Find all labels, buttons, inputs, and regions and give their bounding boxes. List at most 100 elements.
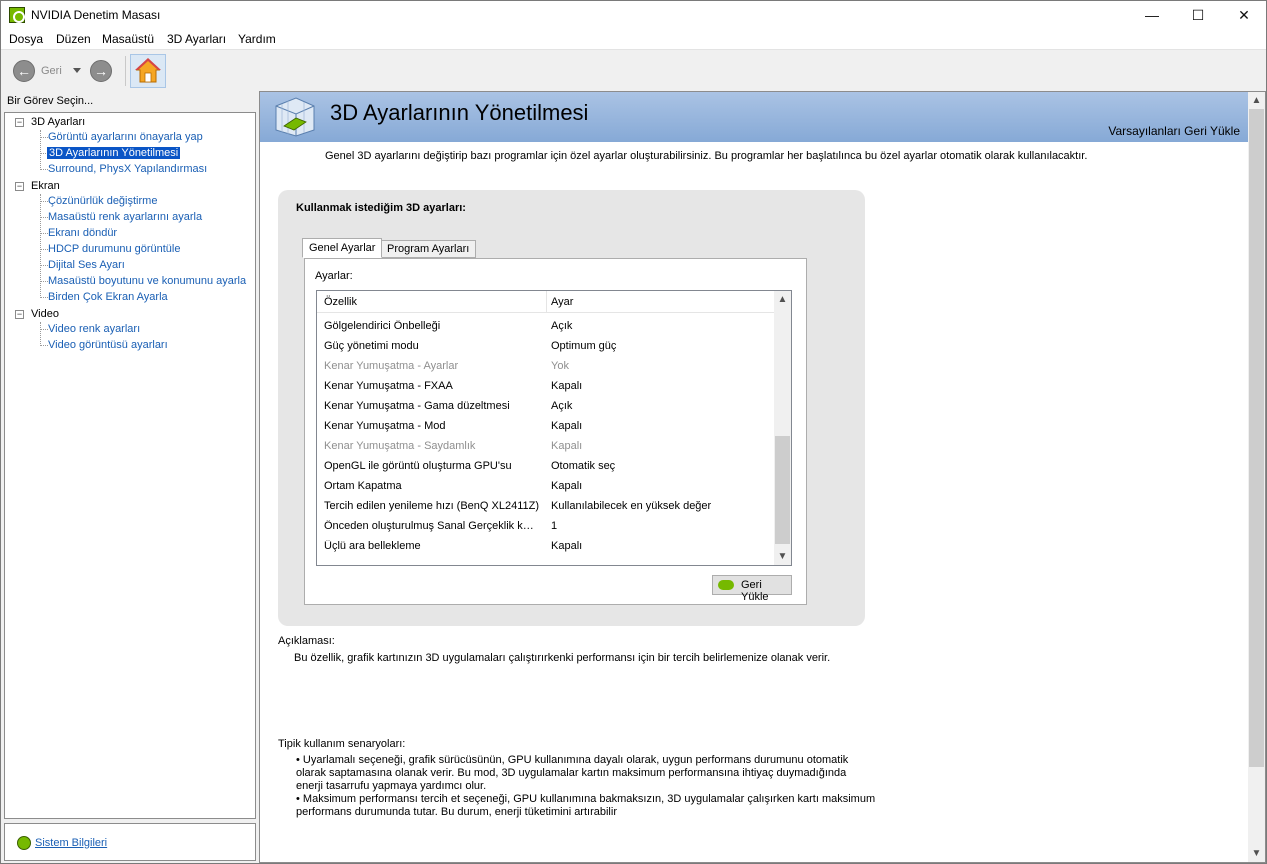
collapse-icon[interactable]: − bbox=[15, 182, 24, 191]
row-value[interactable]: Açık bbox=[551, 400, 572, 412]
row-value[interactable]: Kapalı bbox=[551, 440, 582, 452]
tree-connector bbox=[40, 265, 48, 266]
row-value[interactable]: Açık bbox=[551, 320, 572, 332]
tree-item-coklu-ekran[interactable]: Birden Çok Ekran Ayarla bbox=[48, 291, 168, 303]
scroll-up-icon[interactable]: ▲ bbox=[774, 291, 791, 308]
menu-masaustu[interactable]: Masaüstü bbox=[102, 32, 154, 46]
restore-button[interactable]: Geri Yükle bbox=[712, 575, 792, 603]
tree-connector bbox=[40, 130, 41, 170]
list-row[interactable]: Tercih edilen yenileme hızı (BenQ XL2411… bbox=[317, 497, 774, 517]
minimize-button[interactable]: — bbox=[1129, 1, 1175, 29]
row-value[interactable]: Otomatik seç bbox=[551, 460, 615, 472]
row-property: Kenar Yumuşatma - Saydamlık bbox=[324, 440, 476, 452]
menu-dosya[interactable]: Dosya bbox=[9, 32, 43, 46]
tree-item-video-renk[interactable]: Video renk ayarları bbox=[48, 323, 140, 335]
page-title: 3D Ayarlarının Yönetilmesi bbox=[330, 100, 589, 125]
tree-connector bbox=[40, 233, 48, 234]
tree-item-video-goruntu[interactable]: Video görüntüsü ayarları bbox=[48, 339, 168, 351]
menu-duzen[interactable]: Düzen bbox=[56, 32, 91, 46]
tab-genel-ayarlar[interactable]: Genel Ayarlar bbox=[302, 238, 383, 258]
settings-heading: Kullanmak istediğim 3D ayarları: bbox=[296, 202, 466, 214]
tree-item-renk-ayar[interactable]: Masaüstü renk ayarlarını ayarla bbox=[48, 211, 202, 223]
list-row[interactable]: Gölgelendirici Önbelleği Açık bbox=[317, 317, 774, 337]
row-value[interactable]: Kapalı bbox=[551, 380, 582, 392]
tree-connector bbox=[40, 249, 48, 250]
tree-category-3d[interactable]: 3D Ayarları bbox=[31, 116, 85, 128]
row-value[interactable]: Kapalı bbox=[551, 540, 582, 552]
scroll-up-icon[interactable]: ▲ bbox=[1248, 92, 1265, 109]
tree-item-cozunurluk[interactable]: Çözünürlük değiştirme bbox=[48, 195, 157, 207]
system-info-panel: Sistem Bilgileri bbox=[4, 823, 256, 861]
tree-item-goruntu-onayar[interactable]: Görüntü ayarlarını önayarla yap bbox=[48, 131, 203, 143]
description-label: Açıklaması: bbox=[278, 635, 335, 647]
list-row[interactable]: Kenar Yumuşatma - Gama düzeltmesi Açık bbox=[317, 397, 774, 417]
restore-icon bbox=[718, 580, 734, 590]
tree-item-boyut-konum[interactable]: Masaüstü boyutunu ve konumunu ayarla bbox=[48, 275, 246, 287]
content-panel: 3D Ayarlarının Yönetilmesi Varsayılanlar… bbox=[259, 91, 1266, 863]
tree-connector bbox=[40, 281, 48, 282]
settings-label: Ayarlar: bbox=[315, 270, 353, 282]
tree-item-ekran-dondur[interactable]: Ekranı döndür bbox=[48, 227, 117, 239]
tree-connector bbox=[40, 169, 48, 170]
settings-list: Özellik Ayar Gölgelendirici Önbelleği Açı… bbox=[316, 290, 792, 566]
list-row[interactable]: Kenar Yumuşatma - Saydamlık Kapalı bbox=[317, 437, 774, 457]
forward-arrow-icon[interactable]: → bbox=[90, 60, 112, 82]
menu-3d-ayarlari[interactable]: 3D Ayarları bbox=[167, 32, 226, 46]
back-arrow-icon[interactable]: ← bbox=[13, 60, 35, 82]
typical-usage-item: • Uyarlamalı seçeneği, grafik sürücüsünü… bbox=[296, 754, 849, 792]
tab-content: Ayarlar: Özellik Ayar Gölgelendirici Önb… bbox=[304, 258, 807, 605]
content-scrollbar[interactable]: ▲ ▼ bbox=[1248, 92, 1265, 862]
row-value[interactable]: 1 bbox=[551, 520, 557, 532]
task-heading: Bir Görev Seçin... bbox=[7, 95, 94, 107]
row-property: Üçlü ara bellekleme bbox=[324, 540, 421, 552]
list-row[interactable]: Ortam Kapatma Kapalı bbox=[317, 477, 774, 497]
menu-yardim[interactable]: Yardım bbox=[238, 32, 276, 46]
restore-button-label: Geri Yükle bbox=[741, 579, 769, 603]
list-row[interactable]: Güç yönetimi modu Optimum güç bbox=[317, 337, 774, 357]
row-value[interactable]: Kullanılabilecek en yüksek değer bbox=[551, 500, 711, 512]
list-row[interactable]: Kenar Yumuşatma - Ayarlar Yok bbox=[317, 357, 774, 377]
tree-category-ekran[interactable]: Ekran bbox=[31, 180, 60, 192]
close-button[interactable]: ✕ bbox=[1221, 1, 1267, 29]
row-value[interactable]: Optimum güç bbox=[551, 340, 616, 352]
column-header-value[interactable]: Ayar bbox=[551, 296, 573, 308]
restore-defaults-link[interactable]: Varsayılanları Geri Yükle bbox=[1108, 124, 1240, 138]
row-property: OpenGL ile görüntü oluşturma GPU'su bbox=[324, 460, 512, 472]
task-tree: − 3D Ayarları Görüntü ayarlarını önayarl… bbox=[4, 112, 256, 819]
window-title: NVIDIA Denetim Masası bbox=[31, 8, 161, 22]
collapse-icon[interactable]: − bbox=[15, 118, 24, 127]
tree-connector bbox=[40, 194, 41, 298]
home-icon bbox=[135, 58, 161, 83]
row-property: Tercih edilen yenileme hızı (BenQ XL2411… bbox=[324, 500, 539, 512]
tree-item-3d-yonetim[interactable]: 3D Ayarlarının Yönetilmesi bbox=[47, 147, 181, 159]
back-label[interactable]: Geri bbox=[41, 65, 62, 77]
row-property: Kenar Yumuşatma - Mod bbox=[324, 420, 446, 432]
tree-item-dijital-ses[interactable]: Dijital Ses Ayarı bbox=[48, 259, 125, 271]
column-header-property[interactable]: Özellik bbox=[324, 296, 357, 308]
back-dropdown-icon[interactable] bbox=[73, 68, 81, 73]
list-row[interactable]: Önceden oluşturulmuş Sanal Gerçeklik kar… bbox=[317, 517, 774, 537]
tree-item-surround-physx[interactable]: Surround, PhysX Yapılandırması bbox=[48, 163, 207, 175]
row-value[interactable]: Kapalı bbox=[551, 480, 582, 492]
tree-category-video[interactable]: Video bbox=[31, 308, 59, 320]
column-divider[interactable] bbox=[546, 291, 547, 313]
scroll-thumb[interactable] bbox=[775, 436, 790, 544]
system-info-link[interactable]: Sistem Bilgileri bbox=[35, 837, 107, 849]
list-row[interactable]: Kenar Yumuşatma - Mod Kapalı bbox=[317, 417, 774, 437]
tree-item-hdcp[interactable]: HDCP durumunu görüntüle bbox=[48, 243, 180, 255]
maximize-button[interactable]: ☐ bbox=[1175, 1, 1221, 29]
scroll-thumb[interactable] bbox=[1249, 109, 1264, 767]
row-value[interactable]: Kapalı bbox=[551, 420, 582, 432]
list-row[interactable]: Üçlü ara bellekleme Kapalı bbox=[317, 537, 774, 557]
scroll-down-icon[interactable]: ▼ bbox=[774, 548, 791, 565]
typical-usage-item: • Maksimum performansı tercih et seçeneğ… bbox=[296, 793, 876, 818]
tree-connector bbox=[40, 297, 48, 298]
tab-program-ayarlari[interactable]: Program Ayarları bbox=[380, 240, 477, 258]
scroll-down-icon[interactable]: ▼ bbox=[1248, 845, 1265, 862]
list-scrollbar[interactable]: ▲ ▼ bbox=[774, 291, 791, 565]
list-row[interactable]: OpenGL ile görüntü oluşturma GPU'su Otoma… bbox=[317, 457, 774, 477]
collapse-icon[interactable]: − bbox=[15, 310, 24, 319]
list-row[interactable]: Kenar Yumuşatma - FXAA Kapalı bbox=[317, 377, 774, 397]
home-button[interactable] bbox=[130, 54, 166, 88]
row-value[interactable]: Yok bbox=[551, 360, 569, 372]
